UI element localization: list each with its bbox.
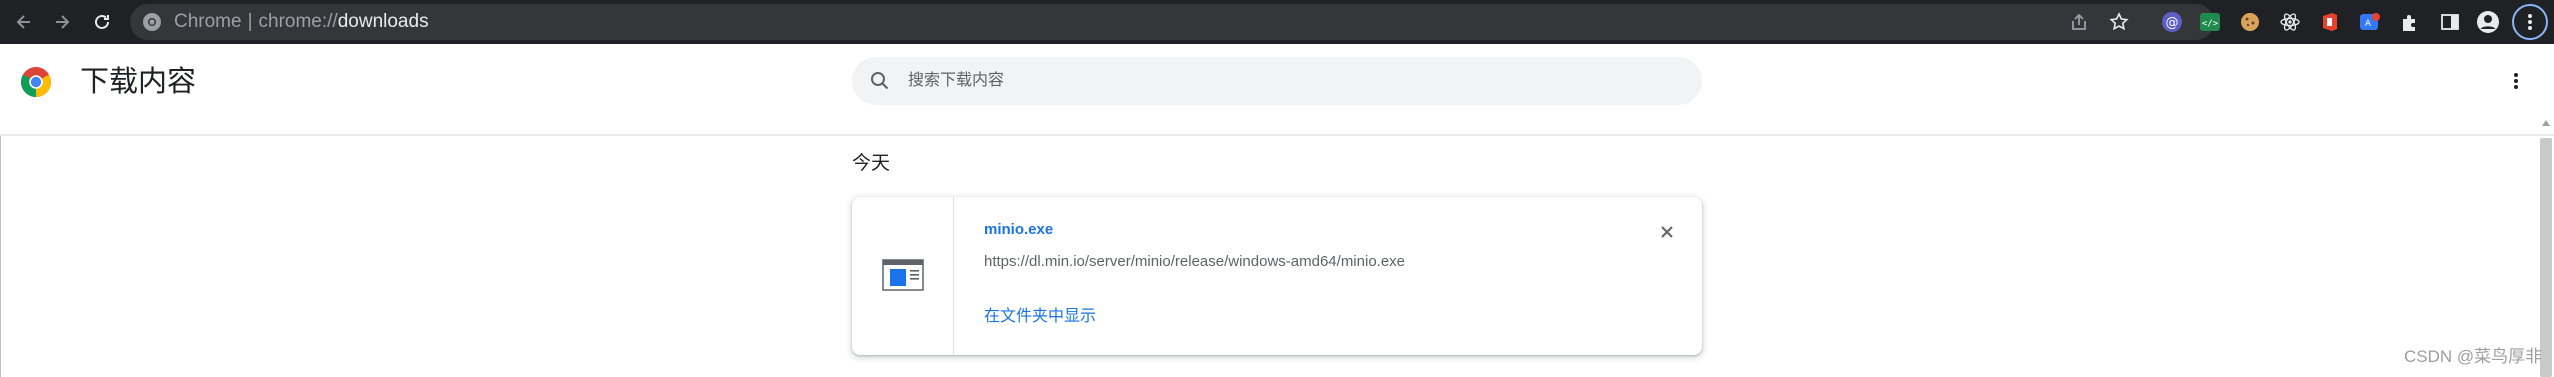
profile-avatar-icon[interactable] [2476, 10, 2500, 34]
share-button[interactable] [2066, 10, 2092, 34]
extension-office-icon[interactable] [2318, 10, 2342, 34]
remove-download-button[interactable] [1652, 217, 1682, 247]
show-in-folder-link[interactable]: 在文件夹中显示 [984, 307, 1096, 327]
executable-file-icon [882, 259, 924, 291]
forward-button[interactable] [46, 6, 78, 38]
bookmark-button[interactable] [2106, 10, 2132, 34]
search-icon [871, 72, 889, 90]
extension-react-icon[interactable] [2278, 10, 2302, 34]
browser-toolbar: Chrome | chrome://downloads @ </> A [0, 0, 2554, 44]
url-prefix: Chrome [174, 11, 242, 32]
arrow-left-icon [16, 15, 30, 29]
share-icon [2072, 13, 2086, 30]
page-title: 下载内容 [80, 66, 197, 98]
search-box[interactable] [852, 57, 1702, 105]
file-icon-column [852, 197, 954, 355]
more-actions-button[interactable] [2504, 66, 2528, 96]
search-input[interactable] [908, 67, 1668, 95]
back-button[interactable] [8, 6, 40, 38]
url-text: Chrome | chrome://downloads [174, 12, 429, 32]
extensions-puzzle-icon[interactable] [2398, 10, 2422, 34]
extension-at-icon[interactable]: @ [2160, 10, 2184, 34]
browser-menu-button[interactable] [2512, 4, 2548, 40]
svg-text:</>: </> [2202, 19, 2219, 29]
url-host: downloads [337, 11, 429, 32]
extension-translate-icon[interactable]: A [2358, 10, 2382, 34]
extension-cookie-icon[interactable] [2238, 10, 2262, 34]
chrome-logo-icon [20, 67, 52, 97]
url-scheme: chrome:// [258, 11, 338, 32]
left-edge-line [0, 136, 1, 377]
star-icon [2109, 12, 2129, 31]
vertical-dots-icon [2528, 14, 2532, 30]
watermark-text: CSDN @菜鸟厚非 [2404, 347, 2543, 366]
side-panel-icon[interactable] [2438, 10, 2462, 34]
reload-button[interactable] [86, 6, 118, 38]
svg-text:@: @ [2166, 16, 2179, 31]
scrollbar-thumb[interactable] [2540, 138, 2552, 377]
svg-text:A: A [2365, 19, 2372, 29]
url-separator: | [247, 11, 253, 32]
scrollbar[interactable] [2538, 116, 2554, 377]
header-divider [0, 134, 2554, 136]
scroll-up-arrow-icon[interactable] [2542, 120, 2550, 126]
chrome-site-icon [143, 13, 161, 31]
reload-icon [95, 14, 109, 29]
download-item: minio.exe https://dl.min.io/server/minio… [852, 197, 1702, 355]
vertical-dots-icon [2514, 73, 2518, 89]
date-header: 今天 [852, 153, 891, 174]
file-source-url: https://dl.min.io/server/minio/release/w… [984, 253, 1406, 270]
arrow-right-icon [56, 15, 70, 29]
file-name-link[interactable]: minio.exe [984, 221, 1053, 239]
close-icon [1661, 226, 1673, 238]
address-bar[interactable]: Chrome | chrome://downloads [130, 4, 2214, 40]
extension-code-icon[interactable]: </> [2198, 10, 2222, 34]
